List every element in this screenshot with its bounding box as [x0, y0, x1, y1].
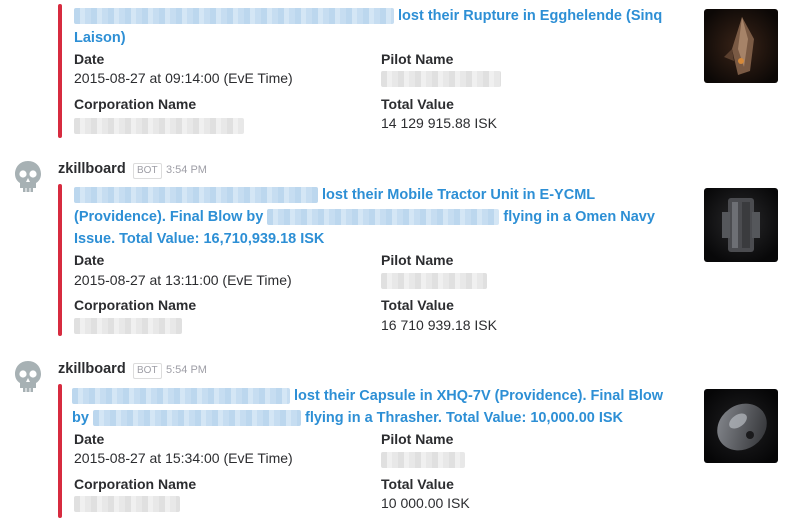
sender-name[interactable]: zkillboard [58, 361, 126, 377]
redacted-attacker-name [92, 410, 301, 427]
killmail-attachment: lost their Mobile Tractor Unit in E-YCML… [58, 184, 788, 344]
corporation-name-label: Corporation Name [74, 96, 197, 112]
redacted-pilot-value [381, 452, 465, 468]
redacted-attacker-name [267, 209, 500, 226]
bot-badge: BOT [133, 163, 162, 179]
redacted-pilot-name [72, 388, 290, 405]
pilot-name-label: Pilot Name [381, 431, 454, 447]
mobile-tractor-unit-icon[interactable] [704, 188, 778, 262]
chat-message: zkillboard BOT 3:54 PM lost their Mobile… [0, 150, 796, 345]
date-label: Date [74, 51, 105, 67]
title-text-1: lost their Capsule in XHQ-7V (Providence… [294, 388, 664, 404]
pilot-name-label: Pilot Name [381, 252, 454, 268]
total-value: 10 000.00 ISK [381, 495, 470, 511]
attachment-color-bar [58, 4, 62, 138]
attachment-color-bar [58, 384, 62, 518]
corporation-name-label: Corporation Name [74, 476, 197, 492]
corporation-name-label: Corporation Name [74, 297, 197, 313]
capsule-icon[interactable] [704, 389, 778, 463]
skull-avatar-icon[interactable] [14, 160, 42, 194]
date-value: 2015-08-27 at 13:11:00 (EvE Time) [74, 272, 292, 288]
total-value: 16 710 939.18 ISK [381, 317, 497, 333]
title-text-1: lost their Rupture in Egghelende (Sinq [398, 8, 663, 24]
title-text-3: flying in a Omen Navy [503, 209, 655, 225]
attachment-color-bar [58, 184, 62, 336]
kill-title-link[interactable]: lost their Capsule in XHQ-7V (Providence… [72, 385, 692, 429]
redacted-pilot-value [381, 273, 487, 289]
message-timestamp[interactable]: 3:54 PM [166, 164, 207, 176]
sender-name[interactable]: zkillboard [58, 161, 126, 177]
title-text-2: Laison) [74, 30, 126, 46]
title-text-4: Issue. Total Value: 16,710,939.18 ISK [74, 231, 325, 247]
killmail-attachment: lost their Capsule in XHQ-7V (Providence… [58, 384, 788, 524]
date-value: 2015-08-27 at 09:14:00 (EvE Time) [74, 70, 293, 86]
title-text-1: lost their Mobile Tractor Unit in E-YCML [322, 187, 596, 203]
title-text-2: by [72, 410, 89, 426]
redacted-pilot-name [74, 187, 318, 204]
skull-avatar-icon[interactable] [14, 360, 42, 394]
kill-title-link[interactable]: lost their Mobile Tractor Unit in E-YCML… [74, 184, 674, 250]
redacted-corporation-value [74, 118, 244, 134]
total-value-label: Total Value [381, 297, 454, 313]
redacted-pilot-value [381, 71, 501, 87]
killmail-attachment: lost their Rupture in Egghelende (Sinq L… [58, 0, 788, 140]
date-value: 2015-08-27 at 15:34:00 (EvE Time) [74, 450, 293, 466]
title-text-2: (Providence). Final Blow by [74, 209, 264, 225]
total-value-label: Total Value [381, 96, 454, 112]
rupture-ship-icon[interactable] [704, 9, 778, 83]
redacted-pilot-name [74, 8, 394, 25]
kill-title-link[interactable]: lost their Rupture in Egghelende (Sinq L… [74, 5, 674, 49]
message-timestamp[interactable]: 5:54 PM [166, 364, 207, 376]
redacted-corporation-value [74, 496, 180, 512]
total-value-label: Total Value [381, 476, 454, 492]
chat-message: zkillboard BOT 5:54 PM lost their Capsul… [0, 350, 796, 525]
date-label: Date [74, 252, 105, 268]
pilot-name-label: Pilot Name [381, 51, 454, 67]
date-label: Date [74, 431, 105, 447]
bot-badge: BOT [133, 363, 162, 379]
total-value: 14 129 915.88 ISK [381, 115, 497, 131]
title-text-3: flying in a Thrasher. Total Value: 10,00… [304, 410, 624, 426]
redacted-corporation-value [74, 318, 182, 334]
